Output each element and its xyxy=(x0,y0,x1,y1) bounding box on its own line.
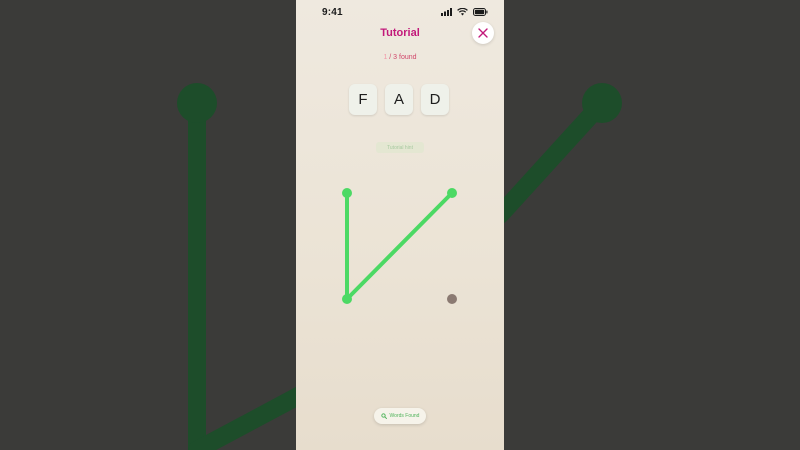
echo-node-right xyxy=(582,83,622,123)
letter-node-top-left[interactable] xyxy=(342,188,352,198)
letter-node-bottom-right[interactable] xyxy=(447,294,457,304)
phone-screen: 9:41 Tutorial 1 / 3 found F A D Tutorial… xyxy=(296,0,504,450)
words-found-label: Words Found xyxy=(389,413,420,419)
letter-board[interactable] xyxy=(296,0,504,450)
words-found-button[interactable]: Words Found xyxy=(374,408,426,424)
echo-path-diagonal-left xyxy=(188,386,309,450)
path-segment-diagonal xyxy=(345,191,454,301)
search-icon xyxy=(380,413,387,419)
letter-node-bottom-left[interactable] xyxy=(342,294,352,304)
letter-node-top-right[interactable] xyxy=(447,188,457,198)
app-stage: 9:41 Tutorial 1 / 3 found F A D Tutorial… xyxy=(0,0,800,450)
echo-node-left xyxy=(177,83,217,123)
echo-path-diagonal-right xyxy=(491,94,611,224)
